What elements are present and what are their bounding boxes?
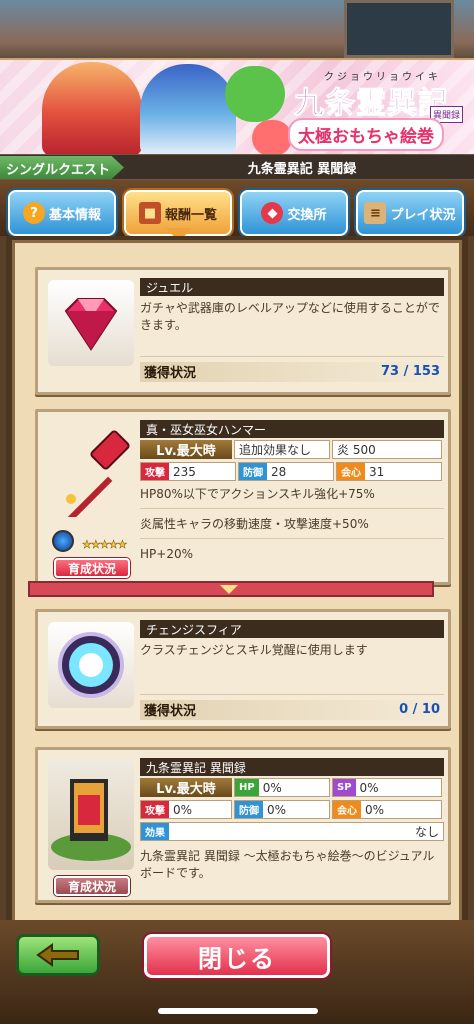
hp-value: 0% <box>262 780 282 795</box>
crit-value: 31 <box>369 464 385 479</box>
reward-card-visual-board: 育成状況 九条霊異記 異聞録 Lv.最大時 HP 0% SP 0% 攻撃 0% 防御 0… <box>35 747 451 903</box>
reward-card-jewel: ジュエル ガチャや武器庫のレベルアップなどに使用することができます。 獲得状況 … <box>35 267 451 395</box>
reward-description: ガチャや武器庫のレベルアップなどに使用することができます。 <box>140 301 440 332</box>
def-label: 防御 <box>239 463 267 480</box>
scroll-icon: ≡ <box>364 202 387 224</box>
effect-2: 炎属性キャラの移動速度・攻撃速度+50% <box>140 517 369 531</box>
reward-name: チェンジスフィア <box>140 620 444 638</box>
event-logo: クジョウリョウイキ 九条霊異記 異聞録 太極おもちゃ絵巻 <box>284 68 468 152</box>
crit-label: 会心 <box>337 463 365 480</box>
tab-label: 報酬一覧 <box>164 207 217 223</box>
level-label: Lv.最大時 <box>140 778 232 797</box>
logo-subtitle: 太極おもちゃ絵巻 <box>288 118 444 151</box>
event-banner: クジョウリョウイキ 九条霊異記 異聞録 太極おもちゃ絵巻 <box>0 58 474 154</box>
atk-label: 攻撃 <box>141 801 169 818</box>
sphere-icon <box>48 622 134 708</box>
tab-bar: ? 基本情報 ■ 報酬一覧 ◆ 交換所 ≡ プレイ状況 <box>0 180 474 242</box>
quest-title: 九条霊異記 異聞録 <box>247 162 357 177</box>
element-value: 炎 500 <box>332 440 442 459</box>
character-art-blue <box>140 64 236 154</box>
close-button[interactable]: 閉じる <box>144 934 330 978</box>
atk-value: 235 <box>173 464 196 479</box>
tab-play-status[interactable]: ≡ プレイ状況 <box>356 190 464 236</box>
rarity-stars: ★★★★★ <box>82 538 128 552</box>
logo-title: 九条霊異記 <box>294 86 449 122</box>
window-decoration <box>344 0 454 58</box>
reward-name: 真・巫女巫女ハンマー <box>140 420 444 438</box>
reward-card-hammer: ★★★★★ 育成状況 真・巫女巫女ハンマー Lv.最大時 追加効果なし 炎 50… <box>35 409 451 585</box>
background-scene <box>0 0 474 60</box>
reward-list[interactable]: ジュエル ガチャや武器庫のレベルアップなどに使用することができます。 獲得状況 … <box>12 240 462 920</box>
jewel-icon <box>48 280 134 366</box>
visual-board-icon <box>48 760 134 870</box>
atk-label: 攻撃 <box>141 463 169 480</box>
effect-label: 効果 <box>141 823 169 840</box>
quest-title-bar: シングルクエスト 九条霊異記 異聞録 <box>0 154 474 180</box>
tab-exchange[interactable]: ◆ 交換所 <box>240 190 348 236</box>
treasure-chest-icon: ■ <box>138 202 161 224</box>
hammer-icon <box>48 422 134 522</box>
effect-1: HP80%以下でアクションスキル強化+75% <box>140 487 375 501</box>
acquired-count: 0 / 10 <box>399 702 440 717</box>
sp-value: 0% <box>359 780 379 795</box>
level-label: Lv.最大時 <box>140 440 232 459</box>
def-value: 28 <box>271 464 287 479</box>
def-label: 防御 <box>235 801 263 818</box>
reward-name: 九条霊異記 異聞録 <box>140 758 444 776</box>
effect-3: HP+20% <box>140 547 193 561</box>
reward-name: ジュエル <box>140 278 444 296</box>
effect-value: なし <box>414 825 439 839</box>
mode-label: シングルクエスト <box>0 156 124 179</box>
crit-value: 0% <box>365 802 385 817</box>
chevron-down-icon <box>220 585 238 594</box>
crit-label: 会心 <box>333 801 361 818</box>
reward-description: クラスチェンジとスキル覚醒に使用します <box>140 643 368 657</box>
training-status-button[interactable]: 育成状況 <box>54 558 130 578</box>
tab-label: 基本情報 <box>48 207 101 223</box>
back-arrow-icon <box>36 943 79 967</box>
back-button[interactable] <box>16 934 100 976</box>
training-status-button[interactable]: 育成状況 <box>54 876 130 896</box>
def-value: 0% <box>267 802 287 817</box>
tab-label: 交換所 <box>287 207 327 223</box>
mascot-green <box>225 66 285 122</box>
reward-description: 九条霊異記 異聞録 〜太極おもちゃ絵巻〜のビジュアルボードです。 <box>140 849 435 880</box>
tab-label: プレイ状況 <box>390 207 456 223</box>
expand-details-button[interactable] <box>28 581 434 597</box>
character-art-red <box>42 62 142 154</box>
hp-label: HP <box>235 779 259 796</box>
reward-card-sphere: チェンジスフィア クラスチェンジとスキル覚醒に使用します 獲得状況 0 / 10 <box>35 609 451 729</box>
sp-label: SP <box>333 779 356 796</box>
home-indicator <box>158 1008 318 1014</box>
reward-panel: ジュエル ガチャや武器庫のレベルアップなどに使用することができます。 獲得状況 … <box>0 236 474 920</box>
element-orb-icon <box>52 530 74 552</box>
exchange-bag-icon: ◆ <box>261 202 284 224</box>
question-icon: ? <box>22 202 45 224</box>
acquired-count: 73 / 153 <box>380 364 440 379</box>
tab-basic-info[interactable]: ? 基本情報 <box>8 190 116 236</box>
extra-effect: 追加効果なし <box>234 440 330 459</box>
atk-value: 0% <box>173 802 193 817</box>
